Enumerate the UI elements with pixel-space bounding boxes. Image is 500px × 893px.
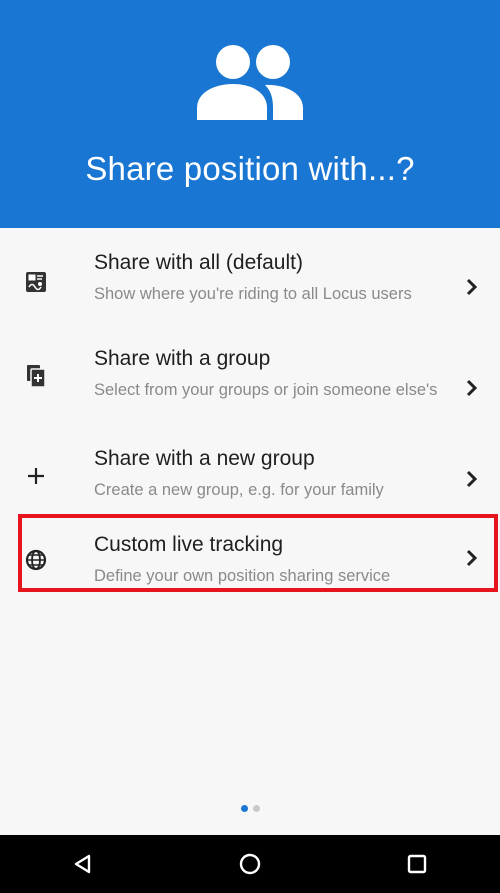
- option-subtitle: Select from your groups or join someone …: [94, 381, 438, 399]
- system-navigation-bar: [0, 835, 500, 893]
- page-indicator: [0, 805, 500, 812]
- option-subtitle: Create a new group, e.g. for your family: [94, 481, 384, 499]
- group-add-icon: [22, 362, 50, 390]
- option-title: Share with a group: [94, 347, 271, 370]
- chevron-right-icon: [466, 470, 478, 488]
- screen: Share position with...? Share with all (…: [0, 0, 500, 893]
- option-share-with-new-group[interactable]: Share with a new group Create a new grou…: [0, 424, 500, 510]
- page-title: Share position with...?: [85, 150, 415, 187]
- group-icon: [197, 45, 303, 120]
- back-icon[interactable]: [63, 844, 103, 884]
- page-dot: [252, 805, 260, 812]
- option-title: Share with a new group: [94, 447, 315, 470]
- header: Share position with...?: [0, 0, 500, 228]
- option-share-with-group[interactable]: Share with a group Select from your grou…: [0, 324, 500, 424]
- option-custom-live-tracking[interactable]: Custom live tracking Define your own pos…: [0, 510, 500, 600]
- option-subtitle: Define your own position sharing service: [94, 567, 391, 585]
- recents-icon[interactable]: [397, 844, 437, 884]
- page-dot-active: [240, 805, 248, 812]
- globe-icon: [22, 546, 50, 574]
- map-share-icon: [22, 268, 50, 296]
- plus-icon: [22, 462, 50, 490]
- option-subtitle: Show where you're riding to all Locus us…: [94, 285, 412, 303]
- chevron-right-icon: [466, 379, 478, 397]
- option-title: Share with all (default): [94, 251, 303, 274]
- share-options-list: Share with all (default) Show where you'…: [0, 228, 500, 600]
- option-share-with-all[interactable]: Share with all (default) Show where you'…: [0, 228, 500, 324]
- chevron-right-icon: [466, 549, 478, 567]
- chevron-right-icon: [466, 278, 478, 296]
- option-title: Custom live tracking: [94, 533, 284, 556]
- home-icon[interactable]: [230, 844, 270, 884]
